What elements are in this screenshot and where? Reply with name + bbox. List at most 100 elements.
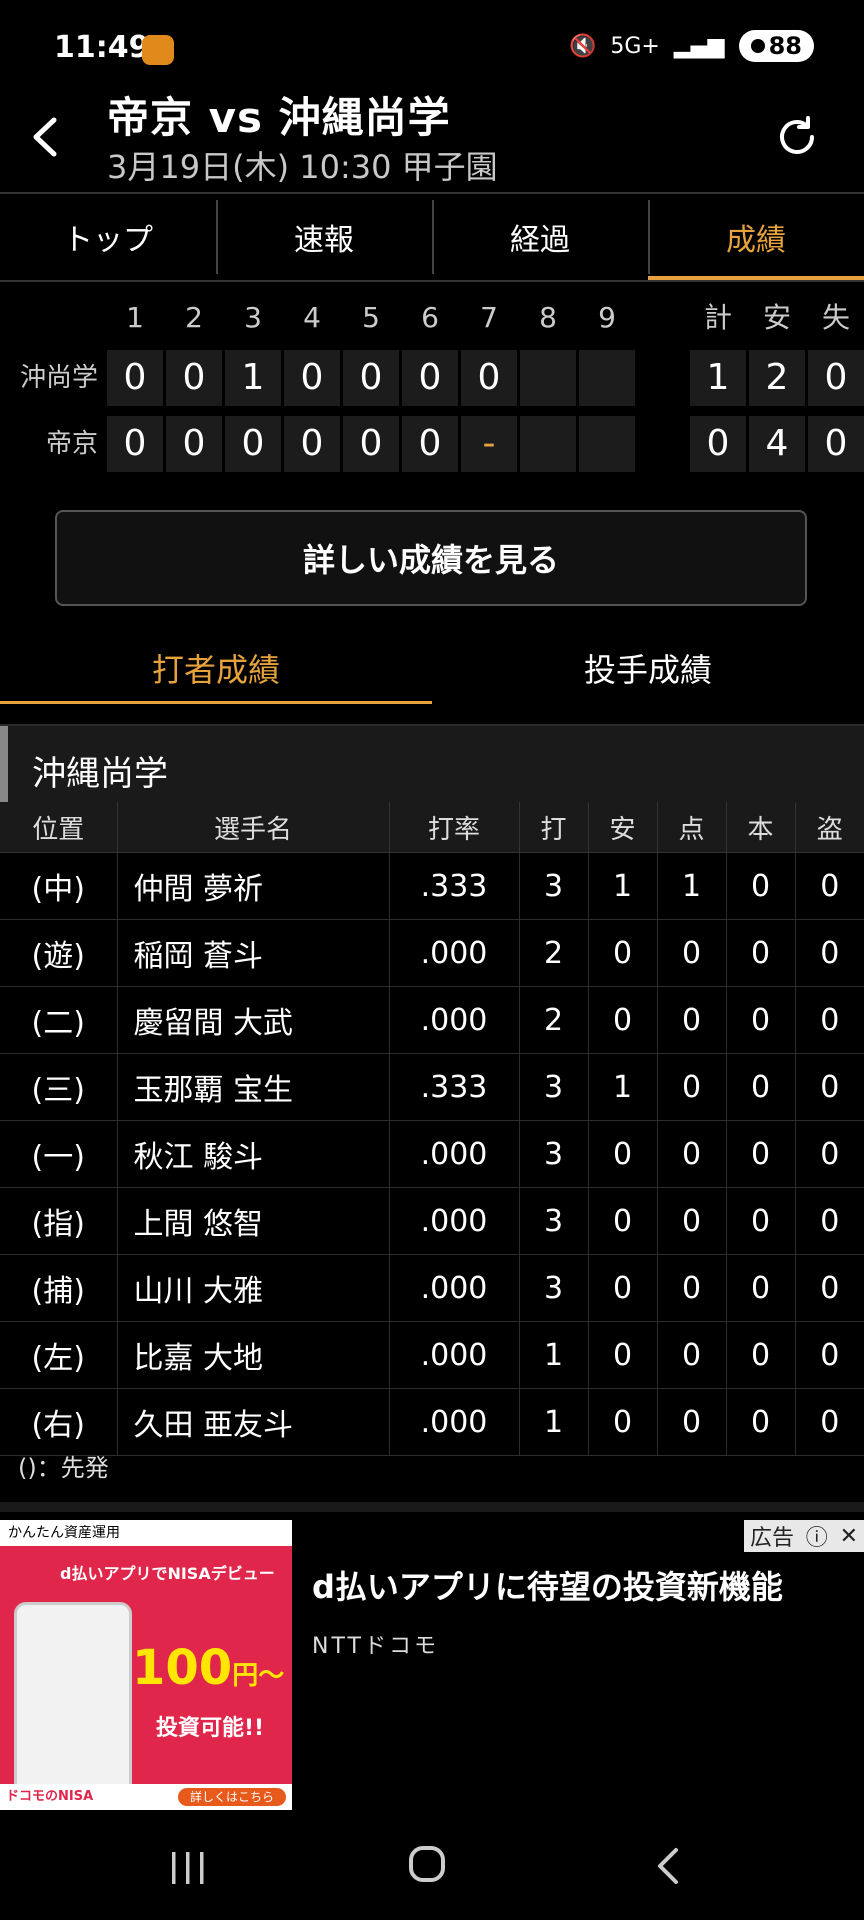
- table-row[interactable]: (右) 久田 亜友斗 .000 1 0 0 0 0: [0, 1388, 864, 1456]
- table-row[interactable]: (左) 比嘉 大地 .000 1 0 0 0 0: [0, 1321, 864, 1389]
- tab-pitching-stats[interactable]: 投手成績: [432, 632, 864, 704]
- column-header-home-runs: 本: [726, 802, 796, 853]
- total-errors: 0: [808, 350, 864, 406]
- stat-cell: 0: [588, 1321, 658, 1389]
- network-label: 5G+: [610, 33, 660, 59]
- stat-cell: 0: [726, 1187, 796, 1255]
- inning-score: 0: [284, 350, 340, 406]
- game-datetime: 3月19日(木) 10:30 甲子園: [107, 148, 498, 186]
- inning-score: 0: [461, 350, 517, 406]
- inning-header: 1: [126, 301, 144, 334]
- stat-cell: 0: [795, 1120, 864, 1188]
- ad-advertiser[interactable]: NTTドコモ: [312, 1628, 439, 1660]
- stat-cell: 3: [519, 1254, 589, 1322]
- stat-cell: 2: [519, 986, 589, 1054]
- ad-learn-more-button[interactable]: 詳しくはこちら: [178, 1788, 286, 1806]
- table-row[interactable]: (一) 秋江 駿斗 .000 3 0 0 0 0: [0, 1120, 864, 1188]
- player-name-cell: 玉那覇 宝生: [117, 1053, 390, 1121]
- refresh-icon[interactable]: [774, 114, 820, 160]
- stat-cell: 0: [726, 1053, 796, 1121]
- ad-invest-text: 投資可能!!: [156, 1716, 265, 1741]
- position-cell: (左): [0, 1321, 118, 1389]
- total-hits: 2: [749, 350, 805, 406]
- inning-score: [520, 350, 576, 406]
- column-header-steals: 盗: [795, 802, 864, 853]
- player-name-cell: 秋江 駿斗: [117, 1120, 390, 1188]
- stat-cell: .000: [389, 1254, 520, 1322]
- stat-cell: 0: [795, 1388, 864, 1456]
- stat-cell: .000: [389, 1187, 520, 1255]
- stat-cell: 1: [519, 1388, 589, 1456]
- recents-icon[interactable]: [168, 1850, 208, 1886]
- stat-cell: 0: [657, 1120, 727, 1188]
- stat-cell: 0: [726, 1254, 796, 1322]
- inning-score: 0: [402, 416, 458, 472]
- total-runs: 0: [690, 416, 746, 472]
- stat-cell: 0: [588, 1120, 658, 1188]
- stat-cell: 0: [588, 1254, 658, 1322]
- inning-header: 8: [539, 301, 557, 334]
- total-hits: 4: [749, 416, 805, 472]
- player-name-cell: 慶留間 大武: [117, 986, 390, 1054]
- stat-cell: 1: [657, 852, 727, 920]
- view-detailed-stats-button[interactable]: 詳しい成績を見る: [55, 510, 807, 606]
- position-cell: (中): [0, 852, 118, 920]
- inning-header: 9: [598, 301, 616, 334]
- table-row[interactable]: (中) 仲間 夢祈 .333 3 1 1 0 0: [0, 852, 864, 920]
- table-row[interactable]: (遊) 稲岡 蒼斗 .000 2 0 0 0 0: [0, 919, 864, 987]
- position-cell: (三): [0, 1053, 118, 1121]
- inning-score: 0: [343, 416, 399, 472]
- table-row[interactable]: (三) 玉那覇 宝生 .333 3 1 0 0 0: [0, 1053, 864, 1121]
- stat-cell: 0: [795, 986, 864, 1054]
- ad-badge[interactable]: 広告 ⓘ ✕: [744, 1520, 864, 1552]
- stat-cell: 0: [795, 1321, 864, 1389]
- table-row[interactable]: (捕) 山川 大雅 .000 3 0 0 0 0: [0, 1254, 864, 1322]
- team-name: 沖縄尚学: [32, 754, 168, 794]
- stats-subtabs: 打者成績 投手成績: [0, 632, 864, 704]
- section-divider: [0, 1502, 864, 1512]
- tab-live[interactable]: 速報: [216, 194, 432, 280]
- ad-info-icon[interactable]: ⓘ: [806, 1520, 828, 1552]
- tab-progress[interactable]: 経過: [432, 194, 648, 280]
- total-header-hits: 安: [762, 301, 791, 334]
- home-icon[interactable]: [409, 1846, 445, 1882]
- starter-note: ()：先発: [18, 1454, 109, 1482]
- total-errors: 0: [808, 416, 864, 472]
- table-row[interactable]: (二) 慶留間 大武 .000 2 0 0 0 0: [0, 986, 864, 1054]
- inning-header: 2: [185, 301, 203, 334]
- close-icon[interactable]: ✕: [840, 1524, 858, 1549]
- table-row[interactable]: (指) 上間 悠智 .000 3 0 0 0 0: [0, 1187, 864, 1255]
- stat-cell: 1: [519, 1321, 589, 1389]
- stat-cell: 0: [726, 1388, 796, 1456]
- ad-image[interactable]: かんたん資産運用 d払いアプリでNISAデビュー 100円〜 投資可能!! ドコ…: [0, 1520, 292, 1810]
- stat-cell: .000: [389, 919, 520, 987]
- main-tabs: トップ 速報 経過 成績: [0, 194, 864, 280]
- inning-header: 6: [421, 301, 439, 334]
- signal-icon: ▂▄▆: [673, 33, 725, 59]
- page-title: 帝京 vs 沖縄尚学: [107, 93, 451, 142]
- column-header-average: 打率: [389, 802, 520, 853]
- position-cell: (指): [0, 1187, 118, 1255]
- column-header-hits: 安: [588, 802, 658, 853]
- stat-cell: .000: [389, 1120, 520, 1188]
- column-header-at-bats: 打: [519, 802, 589, 853]
- back-arrow-icon[interactable]: [26, 112, 66, 162]
- column-header-rbi: 点: [657, 802, 727, 853]
- tab-stats[interactable]: 成績: [648, 194, 864, 280]
- stat-cell: 0: [588, 986, 658, 1054]
- nav-back-icon[interactable]: [656, 1846, 680, 1886]
- stat-cell: 1: [588, 1053, 658, 1121]
- total-header-runs: 計: [703, 301, 732, 334]
- stat-cell: 0: [795, 1053, 864, 1121]
- tab-batting-stats[interactable]: 打者成績: [0, 632, 432, 704]
- battery-icon: [750, 39, 765, 53]
- stat-cell: 0: [588, 1388, 658, 1456]
- inning-score: 0: [225, 416, 281, 472]
- stat-cell: 0: [657, 1388, 727, 1456]
- tab-top[interactable]: トップ: [0, 194, 216, 280]
- inning-score: 0: [284, 416, 340, 472]
- ad-amount: 100円〜: [132, 1640, 285, 1696]
- ad-headline[interactable]: d払いアプリに待望の投資新機能: [312, 1562, 783, 1608]
- stat-cell: .333: [389, 852, 520, 920]
- divider: [0, 280, 864, 282]
